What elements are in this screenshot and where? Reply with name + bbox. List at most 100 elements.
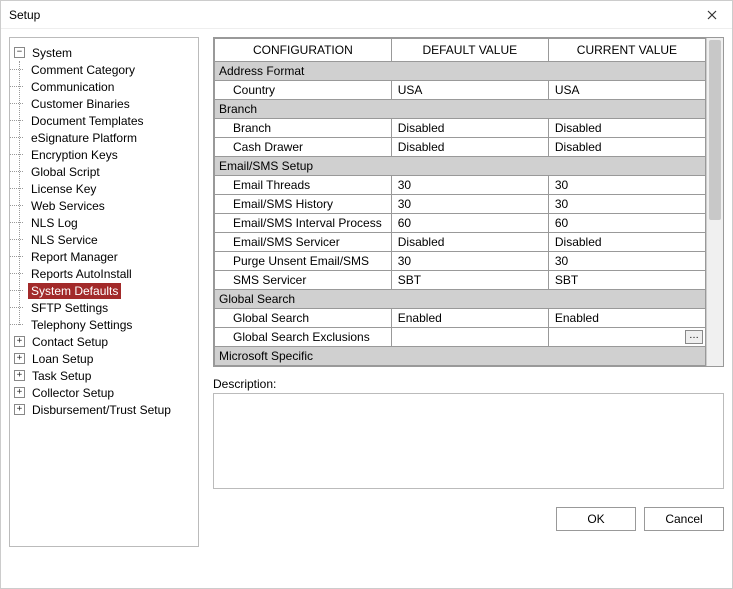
col-header-current[interactable]: CURRENT VALUE <box>548 39 705 62</box>
tree-node-label: NLS Service <box>28 232 101 248</box>
ellipsis-button[interactable]: … <box>685 330 703 344</box>
config-row[interactable]: Encrypt SQL ConnectionDisabledDisabled <box>215 366 706 367</box>
current-value-cell[interactable]: 30 <box>548 176 705 195</box>
config-row[interactable]: SMS ServicerSBTSBT <box>215 271 706 290</box>
tree-node-label: Encryption Keys <box>28 147 121 163</box>
tree-node-communication[interactable]: Communication <box>28 78 194 95</box>
expand-icon[interactable]: + <box>14 404 25 415</box>
tree-node-label: Report Manager <box>28 249 121 265</box>
tree-node-label: Reports AutoInstall <box>28 266 135 282</box>
default-value-cell: Disabled <box>391 119 548 138</box>
tree-node-customer-binaries[interactable]: Customer Binaries <box>28 95 194 112</box>
tree-node-task-setup[interactable]: +Task Setup <box>14 367 194 384</box>
current-value-cell[interactable]: Disabled <box>548 233 705 252</box>
expand-icon[interactable]: + <box>14 370 25 381</box>
title-bar: Setup <box>1 1 732 29</box>
default-value-cell: Enabled <box>391 309 548 328</box>
cancel-button[interactable]: Cancel <box>644 507 724 531</box>
default-value-cell: 30 <box>391 176 548 195</box>
section-header: Global Search <box>215 290 706 309</box>
config-name-cell: Email/SMS History <box>215 195 392 214</box>
expand-icon[interactable]: + <box>14 336 25 347</box>
col-header-default[interactable]: DEFAULT VALUE <box>391 39 548 62</box>
config-row[interactable]: Email/SMS History3030 <box>215 195 706 214</box>
tree-node-collector-setup[interactable]: +Collector Setup <box>14 384 194 401</box>
current-value-cell[interactable]: USA <box>548 81 705 100</box>
tree-node-telephony-settings[interactable]: Telephony Settings <box>28 316 194 333</box>
current-value-cell[interactable]: Disabled <box>548 119 705 138</box>
description-textarea[interactable] <box>213 393 724 489</box>
tree-node-web-services[interactable]: Web Services <box>28 197 194 214</box>
nav-tree-panel: −SystemComment CategoryCommunicationCust… <box>9 37 199 547</box>
config-row[interactable]: Purge Unsent Email/SMS3030 <box>215 252 706 271</box>
section-header: Email/SMS Setup <box>215 157 706 176</box>
config-name-cell: Email/SMS Interval Process <box>215 214 392 233</box>
window-title: Setup <box>9 8 40 22</box>
tree-node-report-manager[interactable]: Report Manager <box>28 248 194 265</box>
config-row[interactable]: Email/SMS ServicerDisabledDisabled <box>215 233 706 252</box>
tree-node-label: Loan Setup <box>29 351 96 367</box>
tree-node-label: eSignature Platform <box>28 130 140 146</box>
default-value-cell: SBT <box>391 271 548 290</box>
config-name-cell: Global Search <box>215 309 392 328</box>
tree-node-label: Communication <box>28 79 117 95</box>
config-row[interactable]: BranchDisabledDisabled <box>215 119 706 138</box>
section-row: Microsoft Specific <box>215 347 706 366</box>
tree-node-label: System Defaults <box>28 283 121 299</box>
current-value-cell[interactable]: 30 <box>548 195 705 214</box>
tree-node-contact-setup[interactable]: +Contact Setup <box>14 333 194 350</box>
tree-node-label: Disbursement/Trust Setup <box>29 402 174 418</box>
grid-scrollbar[interactable] <box>706 38 723 366</box>
scrollbar-thumb[interactable] <box>709 40 721 220</box>
section-row: Global Search <box>215 290 706 309</box>
default-value-cell <box>391 328 548 347</box>
col-header-configuration[interactable]: CONFIGURATION <box>215 39 392 62</box>
tree-node-esignature-platform[interactable]: eSignature Platform <box>28 129 194 146</box>
current-value-cell[interactable]: 30 <box>548 252 705 271</box>
current-value-cell[interactable]: SBT <box>548 271 705 290</box>
expand-icon[interactable]: + <box>14 353 25 364</box>
tree-node-label: Document Templates <box>28 113 147 129</box>
tree-node-label: NLS Log <box>28 215 81 231</box>
current-value-cell[interactable]: Disabled <box>548 138 705 157</box>
section-row: Branch <box>215 100 706 119</box>
current-value-cell[interactable]: Enabled <box>548 309 705 328</box>
default-value-cell: Disabled <box>391 366 548 367</box>
config-grid: CONFIGURATION DEFAULT VALUE CURRENT VALU… <box>214 38 706 366</box>
tree-node-global-script[interactable]: Global Script <box>28 163 194 180</box>
config-row[interactable]: Email Threads3030 <box>215 176 706 195</box>
current-value-cell[interactable]: … <box>548 328 705 347</box>
tree-node-comment-category[interactable]: Comment Category <box>28 61 194 78</box>
nav-tree: −SystemComment CategoryCommunicationCust… <box>14 44 194 418</box>
expand-icon[interactable]: + <box>14 387 25 398</box>
tree-node-label: Global Script <box>28 164 103 180</box>
tree-node-reports-autoinstall[interactable]: Reports AutoInstall <box>28 265 194 282</box>
tree-node-label: License Key <box>28 181 99 197</box>
config-name-cell: Purge Unsent Email/SMS <box>215 252 392 271</box>
collapse-icon[interactable]: − <box>14 47 25 58</box>
tree-node-sftp-settings[interactable]: SFTP Settings <box>28 299 194 316</box>
tree-node-disbursement-trust-setup[interactable]: + Disbursement/Trust Setup <box>14 401 194 418</box>
current-value-cell[interactable]: 60 <box>548 214 705 233</box>
default-value-cell: 60 <box>391 214 548 233</box>
tree-node-label: Customer Binaries <box>28 96 133 112</box>
config-name-cell: Global Search Exclusions <box>215 328 392 347</box>
current-value-cell[interactable]: Disabled <box>548 366 705 367</box>
tree-node-nls-log[interactable]: NLS Log <box>28 214 194 231</box>
config-row[interactable]: Global SearchEnabledEnabled <box>215 309 706 328</box>
tree-node-system-defaults[interactable]: System Defaults <box>28 282 194 299</box>
close-button[interactable] <box>700 3 724 27</box>
tree-node-nls-service[interactable]: NLS Service <box>28 231 194 248</box>
ok-button[interactable]: OK <box>556 507 636 531</box>
dialog-button-row: OK Cancel <box>213 507 724 531</box>
tree-node-document-templates[interactable]: Document Templates <box>28 112 194 129</box>
tree-node-system[interactable]: −System <box>14 44 194 61</box>
tree-node-encryption-keys[interactable]: Encryption Keys <box>28 146 194 163</box>
config-row[interactable]: CountryUSAUSA <box>215 81 706 100</box>
config-row[interactable]: Global Search Exclusions … <box>215 328 706 347</box>
tree-node-loan-setup[interactable]: + Loan Setup <box>14 350 194 367</box>
config-row[interactable]: Email/SMS Interval Process6060 <box>215 214 706 233</box>
config-row[interactable]: Cash DrawerDisabledDisabled <box>215 138 706 157</box>
section-header: Address Format <box>215 62 706 81</box>
tree-node-license-key[interactable]: License Key <box>28 180 194 197</box>
